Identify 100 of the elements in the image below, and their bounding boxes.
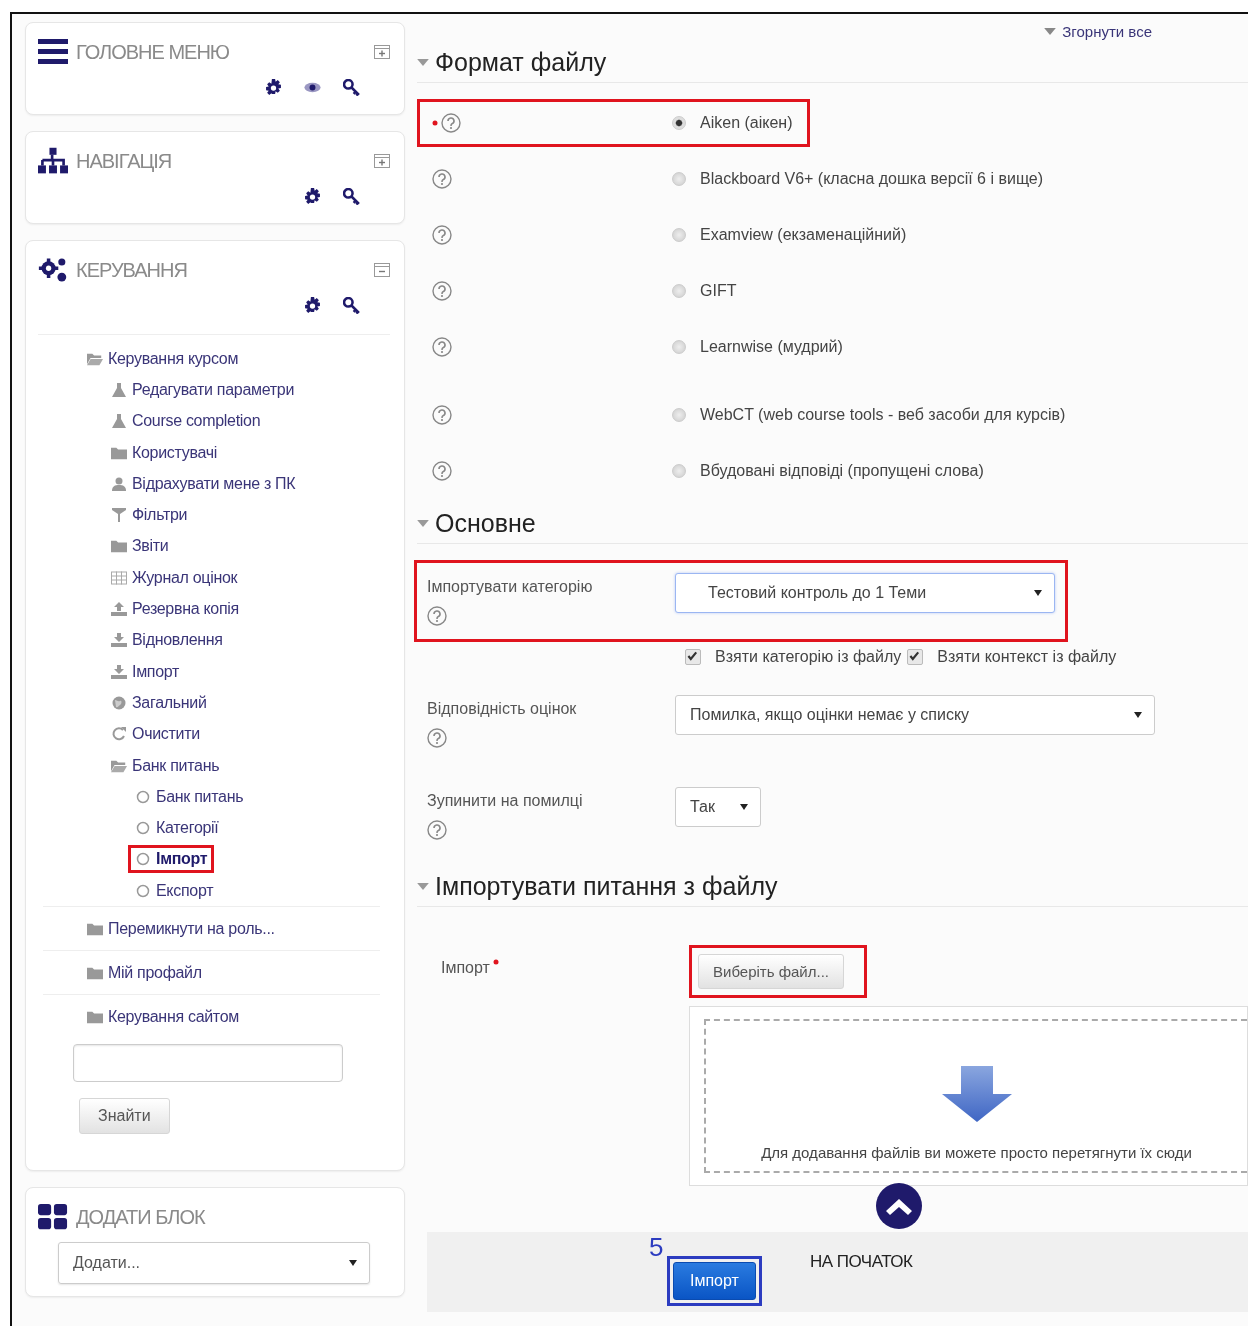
- checkbox[interactable]: Взяти категорію із файлу: [685, 648, 902, 666]
- flask-icon: [111, 414, 127, 429]
- caret-icon: [349, 1260, 357, 1267]
- filter-icon: [111, 508, 127, 523]
- tree-item[interactable]: Відрахувати мене з ПК: [107, 472, 300, 495]
- circle-icon: [135, 883, 151, 898]
- format-radio[interactable]: Learnwise (мудрий): [672, 338, 843, 356]
- help-icon[interactable]: [432, 405, 452, 425]
- select-field[interactable]: Помилка, якщо оцінки немає у списку: [675, 695, 1155, 735]
- section-heading[interactable]: Імпортувати питання з файлу: [435, 871, 778, 901]
- table-icon: [111, 570, 127, 585]
- drop-zone[interactable]: Для додавання файлів ви можете просто перетягнути їх сюди: [689, 1006, 1248, 1186]
- globe-icon: [111, 695, 127, 710]
- tree-item[interactable]: Course completion: [107, 410, 265, 433]
- tree-item[interactable]: Звіти: [107, 535, 173, 558]
- sitemap-icon: [38, 147, 68, 175]
- help-icon[interactable]: [432, 281, 452, 301]
- required-icon: [492, 959, 499, 965]
- caret-icon: [1044, 27, 1057, 35]
- tree-item[interactable]: Імпорт: [131, 848, 212, 871]
- select-field[interactable]: Тестовий контроль до 1 Теми: [675, 573, 1055, 613]
- folder-open-icon: [87, 351, 103, 366]
- help-icon[interactable]: [432, 169, 452, 189]
- folder-open-icon: [111, 758, 127, 773]
- format-radio[interactable]: Aiken (аікен): [672, 114, 793, 132]
- down-arrow-icon: [941, 1066, 1012, 1122]
- expand-icon[interactable]: [374, 154, 390, 168]
- block-title: ГОЛОВНЕ МЕНЮ: [76, 40, 231, 64]
- help-icon[interactable]: [427, 605, 447, 626]
- tree-item[interactable]: Відновлення: [107, 629, 227, 652]
- circle-icon: [135, 821, 151, 836]
- field-label: Імпорт: [441, 959, 490, 978]
- gear-icon[interactable]: [304, 188, 321, 205]
- folder-icon: [87, 921, 103, 936]
- help-icon[interactable]: [441, 113, 461, 133]
- tree-item[interactable]: Фільтри: [107, 504, 192, 527]
- collapse-icon[interactable]: [374, 263, 390, 277]
- add-block-select[interactable]: Додати...: [58, 1242, 370, 1285]
- format-radio[interactable]: WebCT (web course tools - веб засоби для курсів): [672, 406, 1066, 424]
- key-icon[interactable]: [343, 188, 360, 205]
- tree-item[interactable]: Мій профайл: [83, 961, 206, 984]
- caret-icon: [417, 58, 429, 66]
- field-label: Зупинити на помилці: [427, 792, 583, 809]
- format-radio[interactable]: GIFT: [672, 282, 737, 300]
- tree-item[interactable]: Редагувати параметри: [107, 378, 299, 401]
- field-label: Відповідність оцінок: [427, 700, 577, 717]
- check-icon: [686, 650, 698, 662]
- menu-icon: [38, 38, 68, 66]
- help-icon[interactable]: [432, 337, 452, 357]
- circle-icon: [135, 852, 151, 867]
- tree-item[interactable]: Перемикнути на роль...: [83, 917, 279, 940]
- tree-item[interactable]: Резервна копія: [107, 598, 243, 620]
- folder-icon: [87, 965, 103, 980]
- tree-item[interactable]: Експорт: [131, 879, 218, 902]
- circle-icon: [135, 789, 151, 804]
- tree-item[interactable]: Користувачі: [107, 441, 222, 464]
- format-radio[interactable]: Blackboard V6+ (класна дошка версії 6 і вище): [672, 170, 1044, 188]
- section-heading[interactable]: Основне: [435, 508, 536, 538]
- download-icon: [111, 664, 127, 679]
- tree-item[interactable]: Загальний: [107, 691, 211, 714]
- tree-item[interactable]: Категорії: [131, 817, 223, 840]
- drop-hint: Для додавання файлів ви можете просто перетягнути їх сюди: [761, 1144, 1192, 1161]
- caret-icon: [1134, 712, 1142, 718]
- tree-item[interactable]: Керування курсом: [83, 347, 243, 370]
- back-to-top-icon[interactable]: [875, 1182, 923, 1230]
- folder-icon: [111, 539, 127, 554]
- format-radio[interactable]: Вбудовані відповіді (пропущені слова): [672, 462, 984, 480]
- help-icon[interactable]: [432, 225, 452, 245]
- tree-item[interactable]: Керування сайтом: [83, 1005, 244, 1028]
- field-label: Імпортувати категорію: [427, 578, 593, 595]
- step-number: 5: [649, 1232, 664, 1263]
- expand-icon[interactable]: [374, 45, 390, 59]
- select-field[interactable]: Так: [675, 787, 761, 827]
- help-icon[interactable]: [427, 819, 447, 840]
- choose-file-button[interactable]: Виберіть файл...: [698, 954, 844, 989]
- checkbox[interactable]: Взяти контекст із файлу: [907, 648, 1117, 666]
- key-icon[interactable]: [343, 79, 360, 96]
- import-button[interactable]: Імпорт: [673, 1262, 756, 1300]
- key-icon[interactable]: [343, 297, 360, 314]
- tree-item[interactable]: Очистити: [107, 723, 204, 746]
- tree-item[interactable]: Імпорт: [107, 660, 184, 683]
- tree-item[interactable]: Журнал оцінок: [107, 566, 242, 589]
- help-icon[interactable]: [432, 461, 452, 481]
- tree-item[interactable]: Банк питань: [131, 785, 248, 808]
- help-icon[interactable]: [427, 727, 447, 748]
- required-icon: [432, 120, 438, 126]
- collapse-all-link[interactable]: Згорнути все: [1044, 20, 1152, 42]
- caret-icon: [417, 519, 429, 527]
- gear-icon[interactable]: [304, 297, 321, 314]
- download-icon: [111, 633, 127, 648]
- caret-icon: [740, 804, 748, 810]
- section-heading[interactable]: Формат файлу: [435, 47, 607, 77]
- back-to-top-link[interactable]: НА ПОЧАТОК: [809, 1252, 913, 1272]
- tree-item[interactable]: Банк питань: [107, 754, 224, 777]
- format-radio[interactable]: Examview (екзаменаційний): [672, 226, 907, 244]
- search-field[interactable]: [73, 1044, 343, 1083]
- caret-icon: [417, 882, 429, 890]
- gear-icon[interactable]: [265, 79, 282, 96]
- search-button[interactable]: Знайти: [79, 1098, 170, 1135]
- check-icon: [908, 650, 921, 662]
